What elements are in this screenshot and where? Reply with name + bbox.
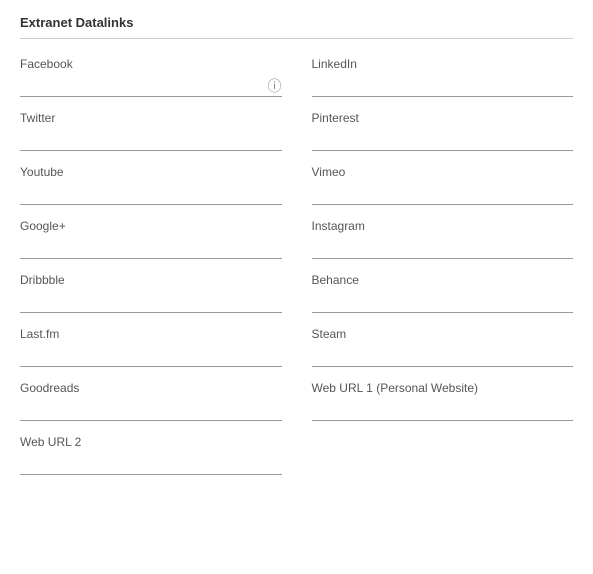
input-wrapper-lastfm (20, 345, 282, 367)
field-group-dribbble: Dribbble (20, 273, 282, 313)
input-vimeo[interactable] (312, 183, 574, 205)
field-group-goodreads: Goodreads (20, 381, 282, 421)
info-icon: ⓘ (268, 76, 282, 96)
input-facebook[interactable] (20, 75, 282, 97)
input-googleplus[interactable] (20, 237, 282, 259)
input-goodreads[interactable] (20, 399, 282, 421)
label-behance: Behance (312, 273, 574, 287)
label-vimeo: Vimeo (312, 165, 574, 179)
input-twitter[interactable] (20, 129, 282, 151)
field-group-steam: Steam (312, 327, 574, 367)
input-wrapper-pinterest (312, 129, 574, 151)
field-group-weburl2: Web URL 2 (20, 435, 282, 475)
input-wrapper-goodreads (20, 399, 282, 421)
input-youtube[interactable] (20, 183, 282, 205)
field-group-linkedin: LinkedIn (312, 57, 574, 97)
input-dribbble[interactable] (20, 291, 282, 313)
field-group-pinterest: Pinterest (312, 111, 574, 151)
label-goodreads: Goodreads (20, 381, 282, 395)
field-group-youtube: Youtube (20, 165, 282, 205)
input-lastfm[interactable] (20, 345, 282, 367)
label-weburl2: Web URL 2 (20, 435, 282, 449)
section-divider (20, 38, 573, 39)
extranet-datalinks-container: Extranet Datalinks Facebook ⓘ LinkedIn Twit… (0, 0, 593, 574)
field-group-vimeo: Vimeo (312, 165, 574, 205)
input-wrapper-weburl2 (20, 453, 282, 475)
field-group-lastfm: Last.fm (20, 327, 282, 367)
label-lastfm: Last.fm (20, 327, 282, 341)
input-wrapper-instagram (312, 237, 574, 259)
field-group-behance: Behance (312, 273, 574, 313)
label-twitter: Twitter (20, 111, 282, 125)
input-wrapper-steam (312, 345, 574, 367)
input-instagram[interactable] (312, 237, 574, 259)
section-title: Extranet Datalinks (20, 15, 573, 30)
input-pinterest[interactable] (312, 129, 574, 151)
input-wrapper-vimeo (312, 183, 574, 205)
field-group-googleplus: Google+ (20, 219, 282, 259)
input-wrapper-behance (312, 291, 574, 313)
input-behance[interactable] (312, 291, 574, 313)
label-linkedin: LinkedIn (312, 57, 574, 71)
input-wrapper-dribbble (20, 291, 282, 313)
input-wrapper-linkedin (312, 75, 574, 97)
label-weburl1: Web URL 1 (Personal Website) (312, 381, 574, 395)
field-group-twitter: Twitter (20, 111, 282, 151)
fields-grid: Facebook ⓘ LinkedIn Twitter Pinterest Youtube… (20, 57, 573, 489)
label-googleplus: Google+ (20, 219, 282, 233)
label-youtube: Youtube (20, 165, 282, 179)
input-linkedin[interactable] (312, 75, 574, 97)
input-wrapper-weburl1 (312, 399, 574, 421)
field-group-facebook: Facebook ⓘ (20, 57, 282, 97)
label-facebook: Facebook (20, 57, 282, 71)
input-wrapper-youtube (20, 183, 282, 205)
input-wrapper-twitter (20, 129, 282, 151)
input-wrapper-facebook: ⓘ (20, 75, 282, 97)
label-steam: Steam (312, 327, 574, 341)
input-wrapper-googleplus (20, 237, 282, 259)
label-pinterest: Pinterest (312, 111, 574, 125)
input-weburl2[interactable] (20, 453, 282, 475)
input-steam[interactable] (312, 345, 574, 367)
label-instagram: Instagram (312, 219, 574, 233)
field-group-instagram: Instagram (312, 219, 574, 259)
field-group-weburl1: Web URL 1 (Personal Website) (312, 381, 574, 421)
input-weburl1[interactable] (312, 399, 574, 421)
label-dribbble: Dribbble (20, 273, 282, 287)
